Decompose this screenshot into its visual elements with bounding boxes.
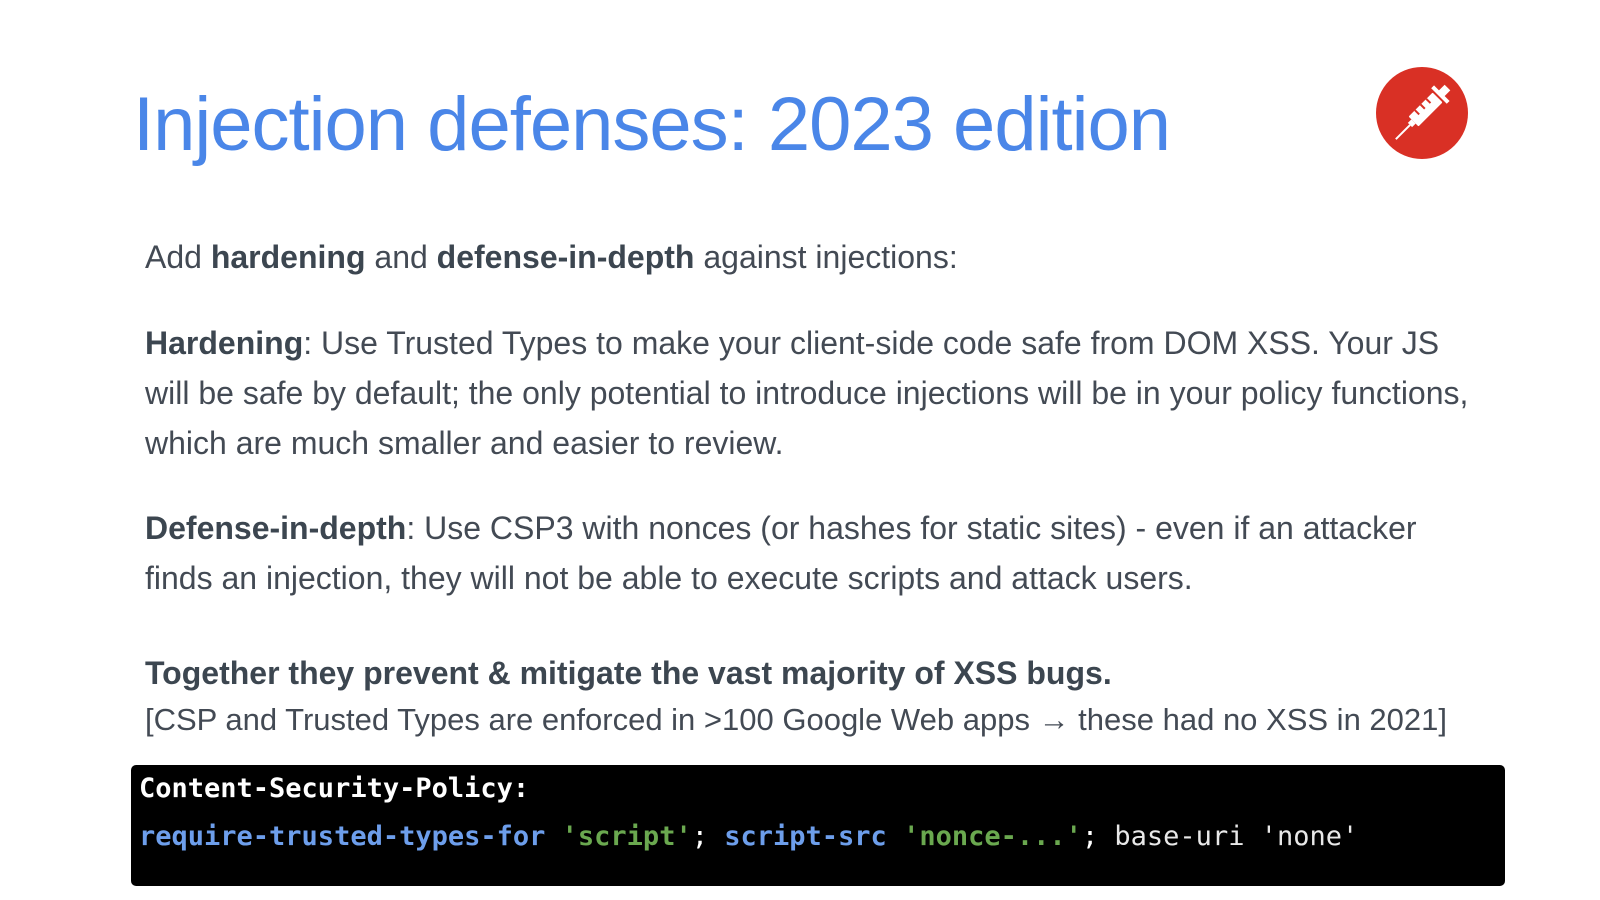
separator: ; <box>691 821 708 852</box>
hardening-label: Hardening <box>145 325 304 361</box>
directive-trusted-types: require-trusted-types-for <box>139 821 546 852</box>
syringe-icon <box>1395 84 1451 140</box>
directive-script-src: script-src <box>724 821 887 852</box>
csp-code-block: Content-Security-Policy: require-trusted… <box>131 765 1505 886</box>
syringe-badge <box>1376 67 1468 159</box>
intro-bold-defense: defense-in-depth <box>436 239 695 275</box>
directive-base-uri: base-uri 'none' <box>1114 821 1359 852</box>
hardening-paragraph: Hardening: Use Trusted Types to make you… <box>145 318 1475 468</box>
together-statement: Together they prevent & mitigate the vas… <box>145 655 1112 691</box>
csp-header: Content-Security-Policy: <box>139 773 530 804</box>
usage-note: [CSP and Trusted Types are enforced in >… <box>145 702 1447 737</box>
slide-title: Injection defenses: 2023 edition <box>133 82 1171 167</box>
defense-paragraph: Defense-in-depth: Use CSP3 with nonces (… <box>145 503 1475 603</box>
value-script: 'script' <box>561 821 692 852</box>
hardening-text: : Use Trusted Types to make your client-… <box>145 325 1469 461</box>
value-nonce: 'nonce-...' <box>903 821 1082 852</box>
slide: Injection defenses: 2023 edition Add har… <box>0 0 1600 900</box>
separator: ; <box>1081 821 1099 852</box>
intro-text-start: Add <box>145 239 211 275</box>
intro-text-end: against injections: <box>694 239 958 275</box>
csp-directives: require-trusted-types-for 'script'; scri… <box>139 821 1358 852</box>
defense-label: Defense-in-depth <box>145 510 407 546</box>
intro-bold-hardening: hardening <box>210 239 366 275</box>
intro-text-middle: and <box>365 239 437 275</box>
intro-paragraph: Add hardening and defense-in-depth again… <box>145 232 1475 282</box>
